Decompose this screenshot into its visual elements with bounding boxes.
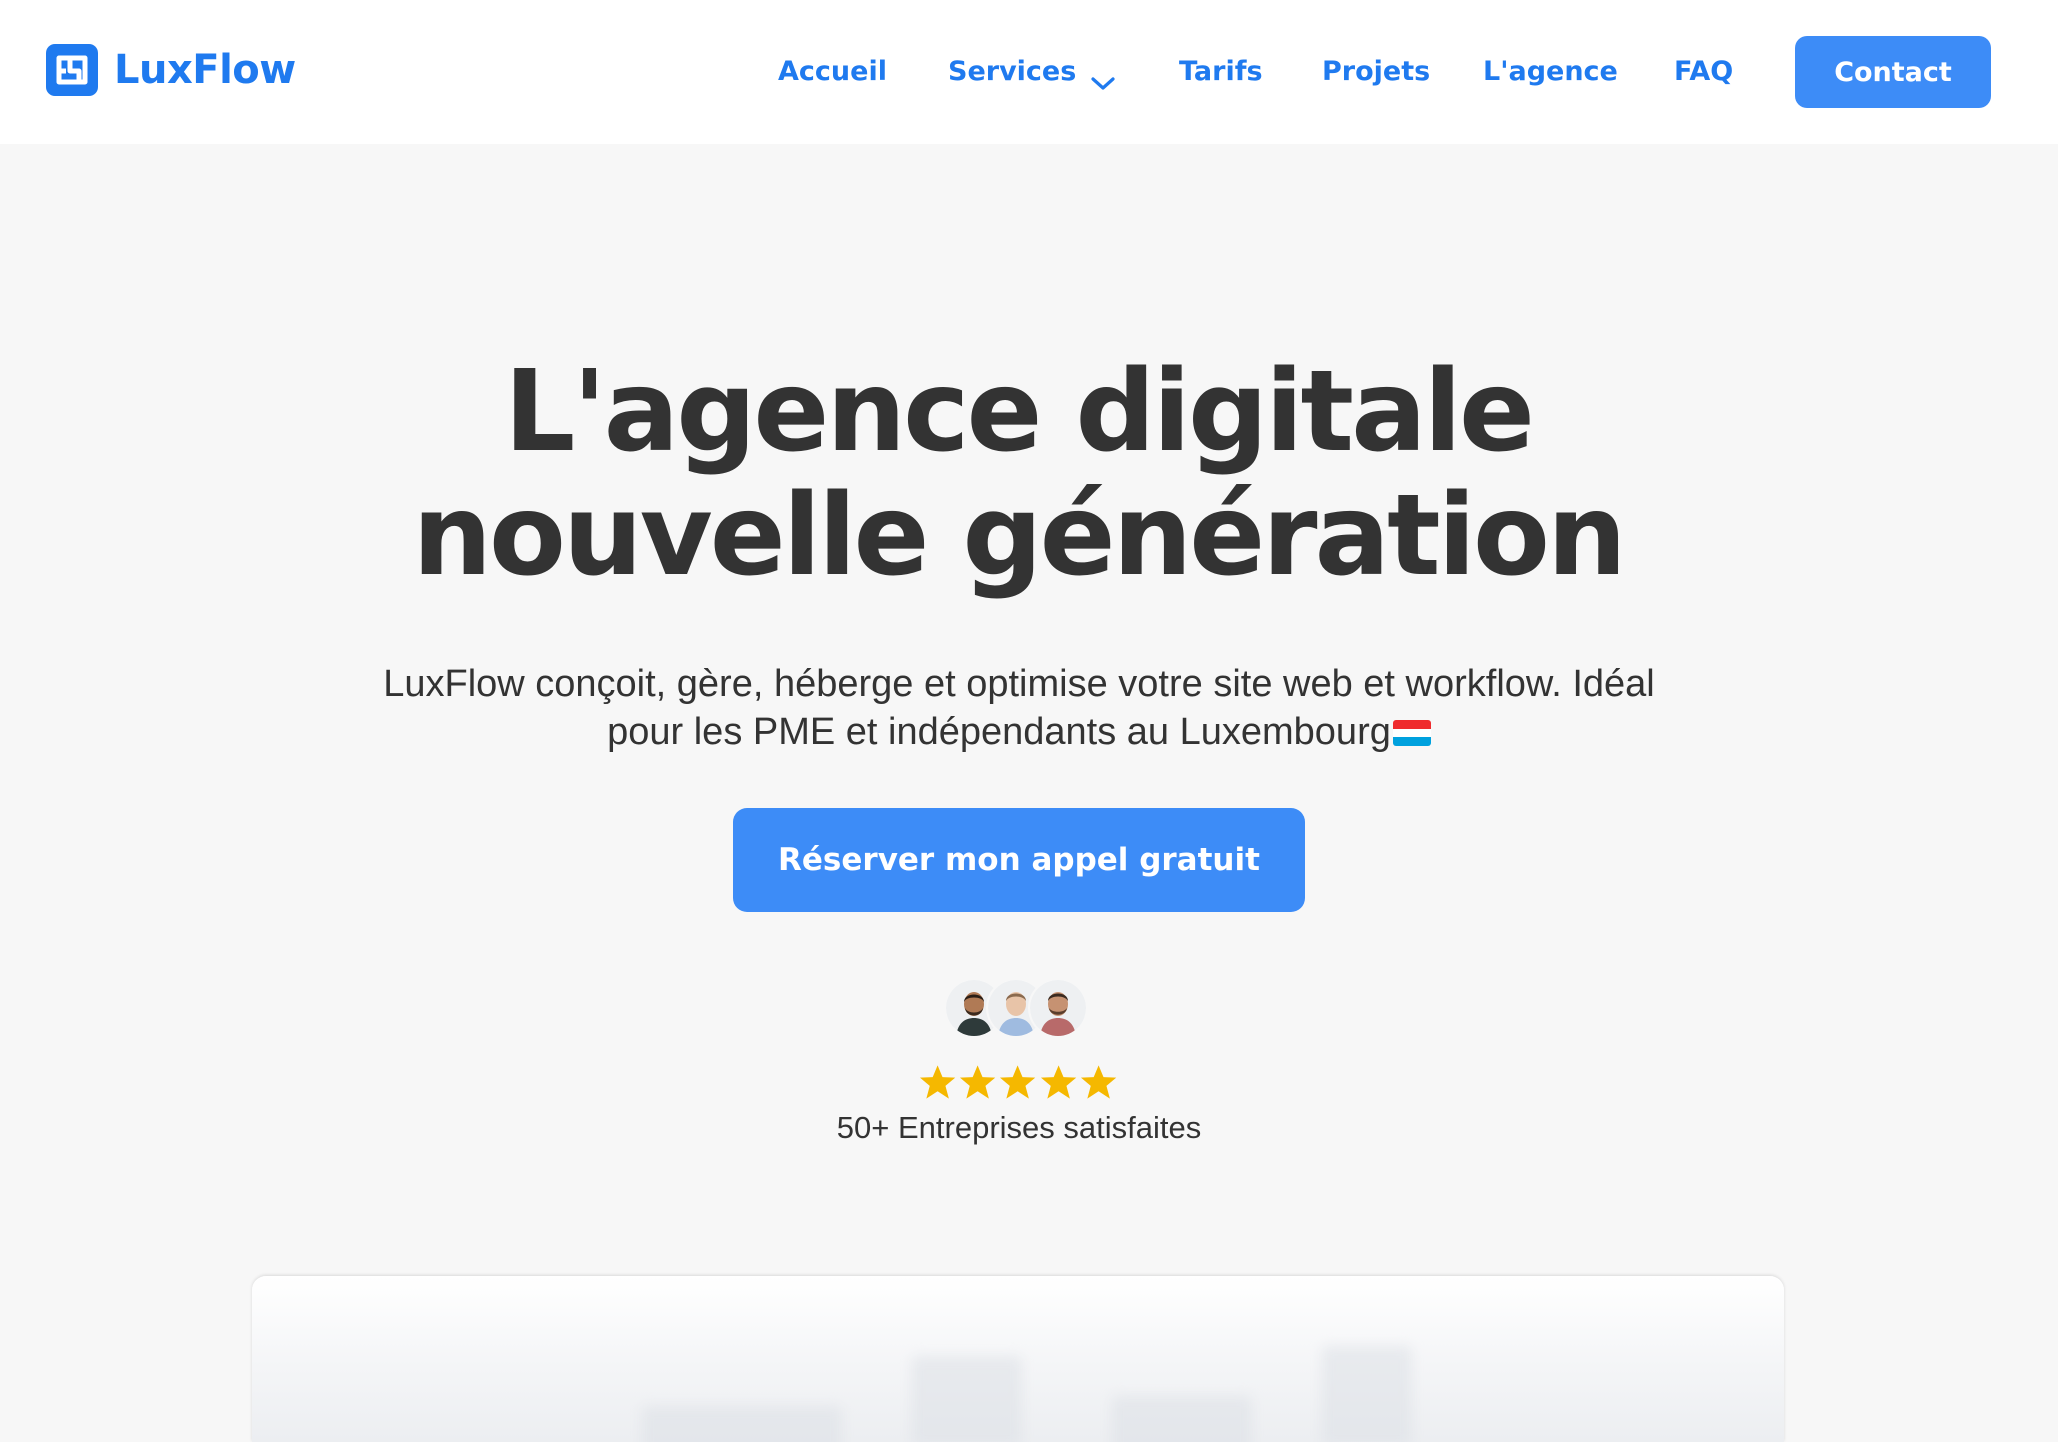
star-icon bbox=[1000, 1065, 1036, 1099]
hero-title-line1: L'agence digitale bbox=[503, 347, 1535, 477]
chevron-down-icon bbox=[1090, 64, 1116, 90]
hero-title: L'agence digitale nouvelle génération bbox=[229, 350, 1807, 598]
nav-item-agence[interactable]: L'agence bbox=[1483, 52, 1618, 92]
luxembourg-flag-icon bbox=[1392, 720, 1431, 746]
star-icon bbox=[960, 1065, 996, 1099]
nav-item-services[interactable]: Services bbox=[948, 52, 1116, 92]
hero-subtitle-line2: pour les PME et indépendants au Luxembou… bbox=[607, 711, 1391, 753]
star-icon bbox=[1040, 1065, 1076, 1099]
nav-item-accueil[interactable]: Accueil bbox=[778, 52, 887, 92]
luxflow-logo-icon bbox=[46, 44, 98, 96]
nav-item-services-label: Services bbox=[948, 56, 1077, 87]
nav-item-projets[interactable]: Projets bbox=[1322, 52, 1430, 92]
avatar bbox=[1028, 978, 1088, 1038]
hero-subtitle-line1: LuxFlow conçoit, gère, héberge et optimi… bbox=[383, 663, 1655, 705]
rating-stars bbox=[918, 1062, 1118, 1102]
star-icon bbox=[919, 1065, 956, 1099]
customer-avatars bbox=[944, 978, 1094, 1038]
nav-item-tarifs[interactable]: Tarifs bbox=[1179, 52, 1263, 92]
hero-preview-image bbox=[252, 1276, 1784, 1442]
book-call-button[interactable]: Réserver mon appel gratuit bbox=[733, 808, 1305, 912]
contact-button[interactable]: Contact bbox=[1795, 36, 1991, 108]
site-header: LuxFlow Accueil Services Tarifs Projets … bbox=[0, 0, 2058, 144]
hero-title-line2: nouvelle génération bbox=[412, 471, 1626, 601]
brand-name: LuxFlow bbox=[114, 47, 296, 93]
satisfied-clients-text: 50+ Entreprises satisfaites bbox=[836, 1110, 1202, 1145]
star-icon bbox=[1080, 1065, 1117, 1099]
brand-logo[interactable]: LuxFlow bbox=[46, 44, 296, 96]
nav-item-faq[interactable]: FAQ bbox=[1674, 52, 1733, 92]
hero-subtitle: LuxFlow conçoit, gère, héberge et optimi… bbox=[329, 660, 1709, 756]
